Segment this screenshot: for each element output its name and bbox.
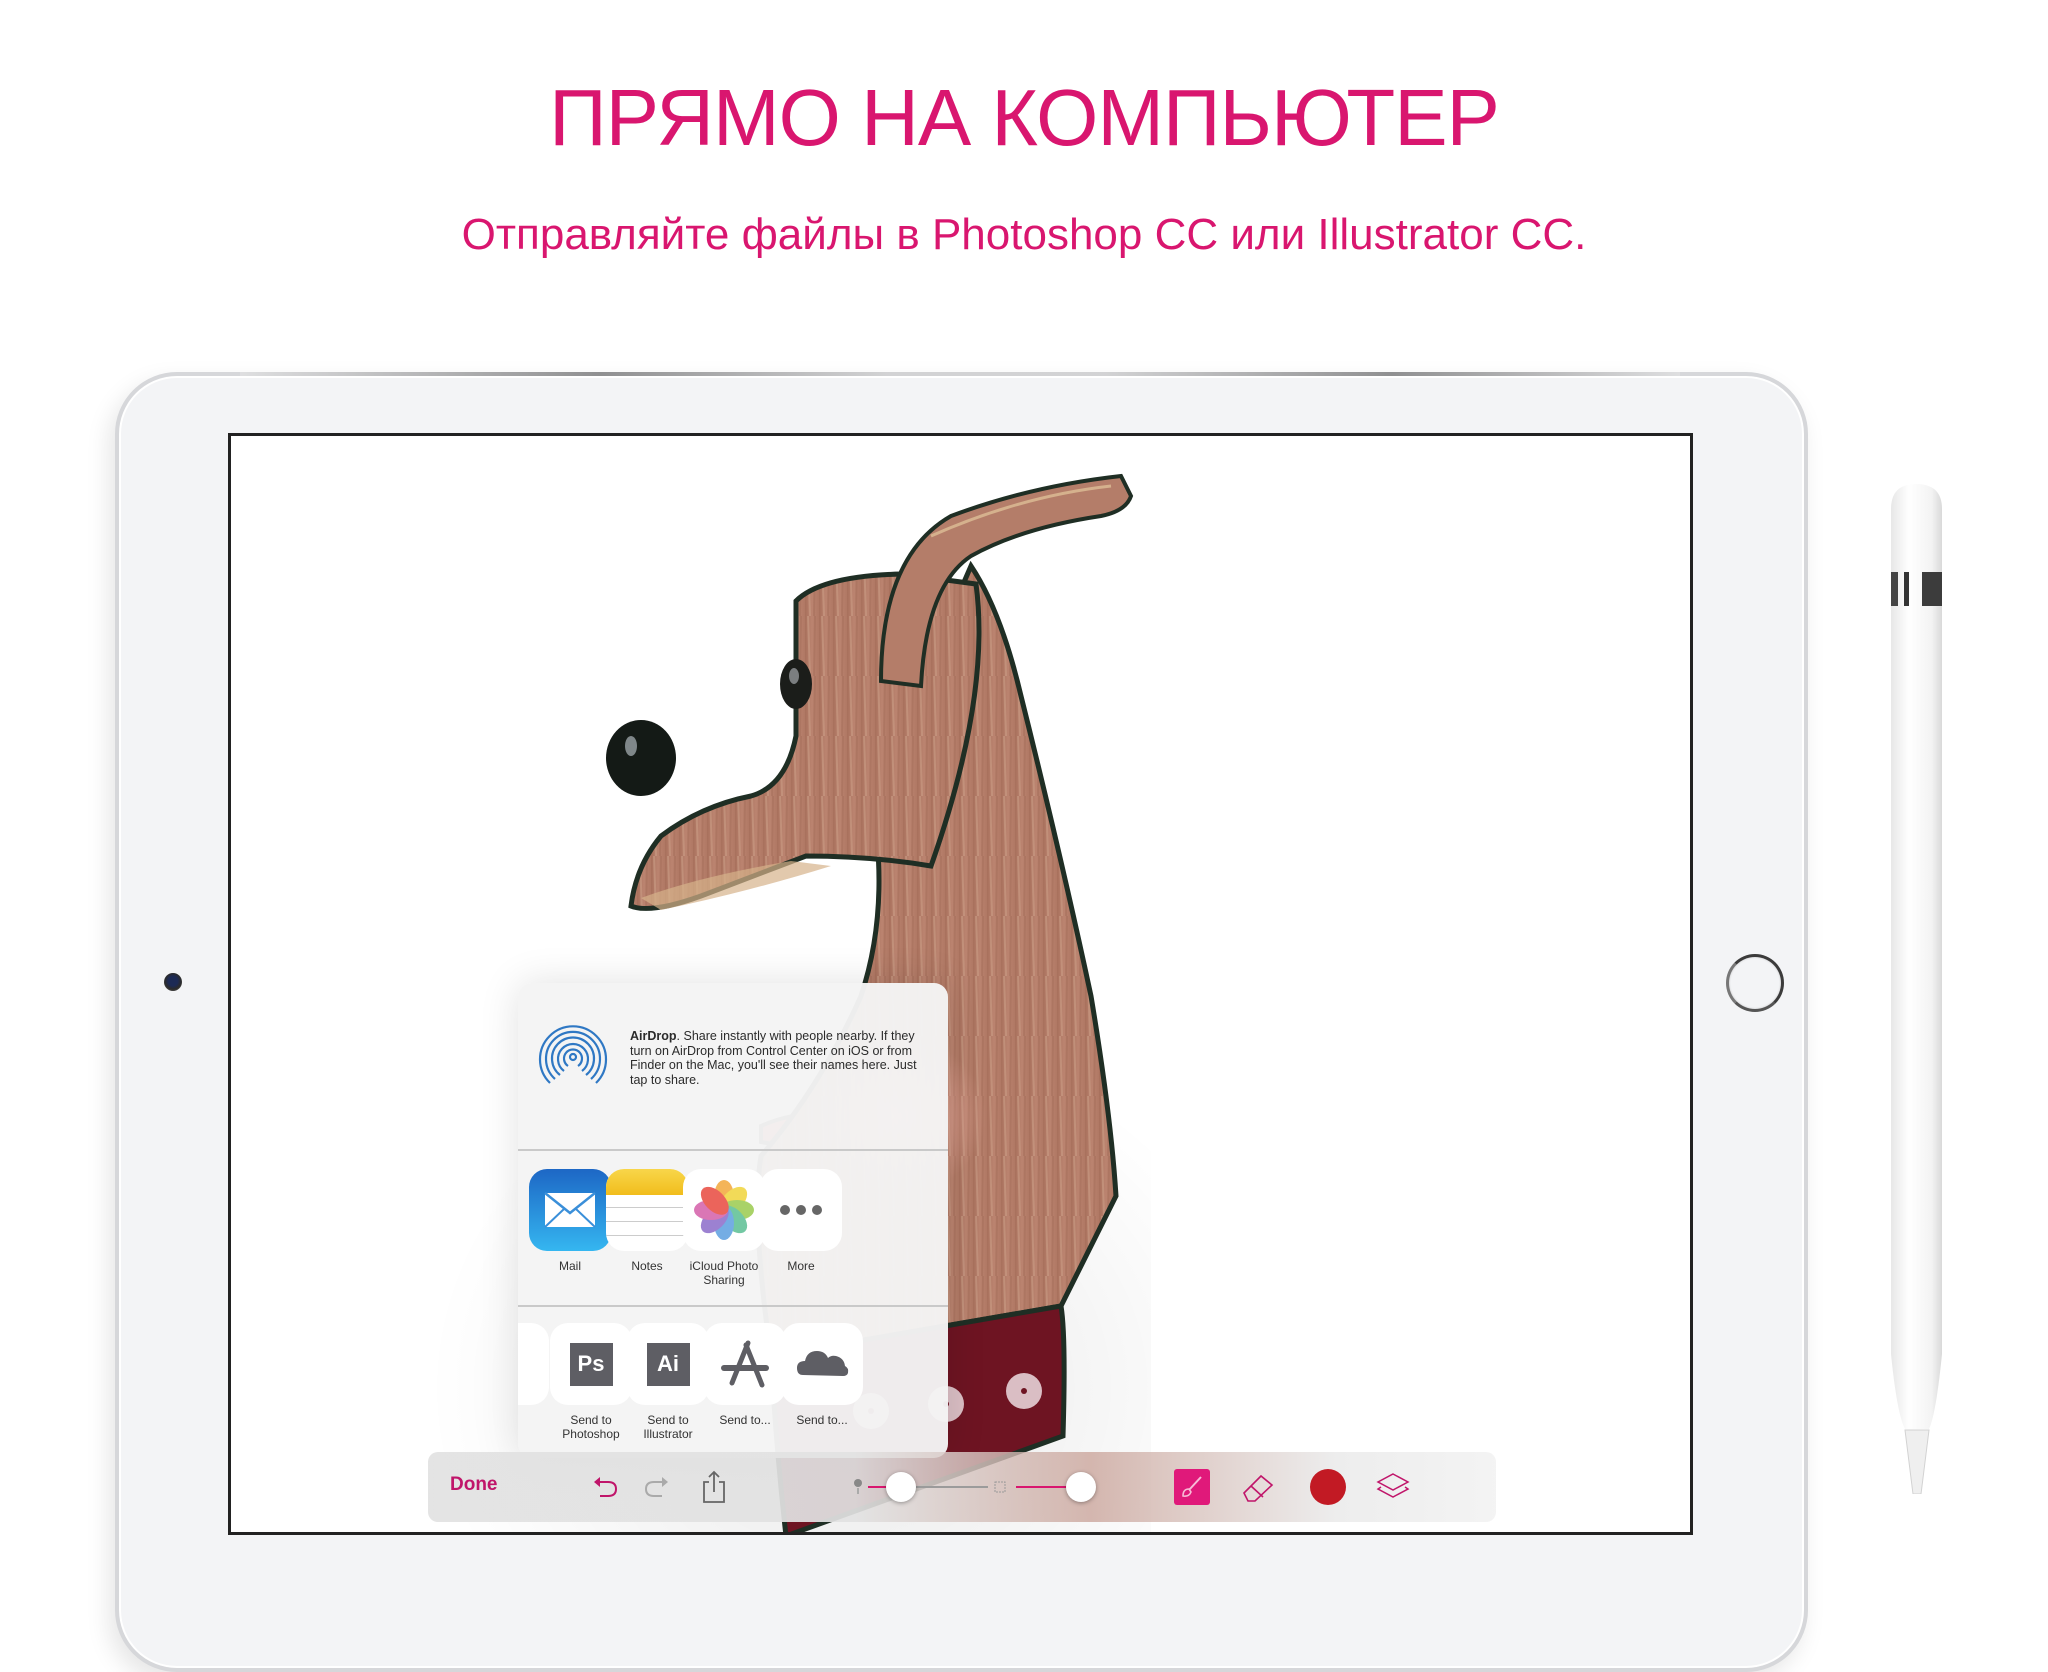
ipad-screen: AirDrop. Share instantly with people nea…: [228, 433, 1693, 1535]
undo-button[interactable]: [588, 1466, 624, 1508]
drawing-canvas[interactable]: [231, 436, 1693, 1535]
brush-icon: [1174, 1469, 1210, 1505]
dog-eye: [780, 659, 812, 709]
airdrop-section[interactable]: AirDrop. Share instantly with people nea…: [518, 983, 948, 1149]
more-icon: [760, 1169, 842, 1251]
undo-icon: [594, 1477, 618, 1497]
share-actions-row: Ps Send to Photoshop Ai Send to Illustra…: [518, 1323, 948, 1458]
opacity-slider[interactable]: [1016, 1472, 1101, 1502]
opacity-icon: [993, 1466, 1007, 1508]
eraser-icon: [1243, 1474, 1274, 1502]
slider-knob[interactable]: [886, 1472, 916, 1502]
redo-icon: [644, 1477, 668, 1497]
color-swatch: [1310, 1469, 1346, 1505]
airdrop-description: AirDrop. Share instantly with people nea…: [630, 1029, 917, 1087]
redo-button[interactable]: [638, 1466, 674, 1508]
share-apps-row: Mail Notes iCloud Photo Sharing More: [518, 1169, 948, 1319]
slider-knob[interactable]: [1065, 1472, 1096, 1502]
share-button[interactable]: [696, 1466, 732, 1508]
share-app-more[interactable]: More: [751, 1169, 851, 1273]
share-divider: [518, 1149, 948, 1151]
camera-icon: [164, 973, 182, 991]
ipad-top-edge: [240, 372, 1680, 376]
color-picker-button[interactable]: [1308, 1466, 1348, 1508]
actions-divider: [518, 1305, 948, 1307]
home-button[interactable]: [1726, 954, 1784, 1012]
airdrop-title: AirDrop: [630, 1029, 677, 1043]
page-title: ПРЯМО НА КОМПЬЮТЕР: [549, 73, 1500, 162]
eraser-tool-button[interactable]: [1238, 1466, 1278, 1508]
brush-tool-button[interactable]: [1173, 1466, 1211, 1508]
apple-pencil: [1891, 484, 1942, 1494]
page-subtitle: Отправляйте файлы в Photoshop CC или Ill…: [461, 210, 1587, 259]
cloud-icon: [781, 1323, 863, 1405]
bottom-toolbar: Done: [428, 1452, 1496, 1522]
layers-button[interactable]: [1373, 1466, 1413, 1508]
share-sheet: AirDrop. Share instantly with people nea…: [518, 983, 948, 1458]
done-button[interactable]: Done: [450, 1474, 498, 1496]
brush-size-slider[interactable]: [868, 1472, 988, 1502]
brush-size-icon: [851, 1466, 865, 1508]
airdrop-icon: [538, 1025, 608, 1084]
dog-nose: [606, 720, 676, 796]
layers-icon: [1376, 1473, 1410, 1498]
share-icon: [703, 1470, 725, 1503]
share-action-send-to-cloud[interactable]: Send to...: [772, 1323, 872, 1427]
